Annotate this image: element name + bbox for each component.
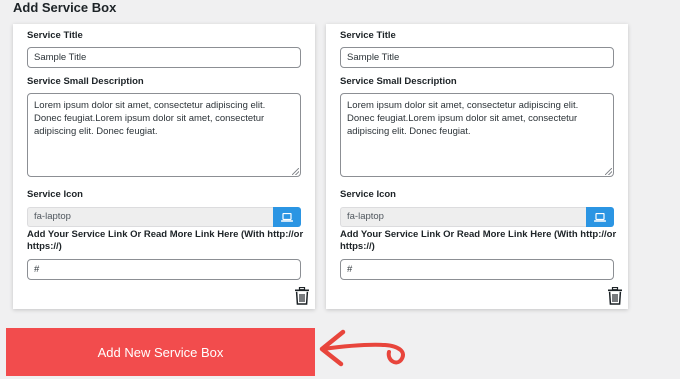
service-icon-label: Service Icon	[340, 189, 396, 200]
add-new-service-box-button[interactable]: Add New Service Box	[6, 328, 315, 376]
service-icon-input[interactable]: fa-laptop	[27, 207, 273, 227]
service-icon-label: Service Icon	[27, 189, 83, 200]
service-icon-input[interactable]: fa-laptop	[340, 207, 586, 227]
service-link-input[interactable]	[27, 259, 301, 280]
resize-grip-icon[interactable]	[605, 168, 612, 175]
resize-grip-icon[interactable]	[292, 168, 299, 175]
service-title-label: Service Title	[27, 30, 83, 41]
service-description-textarea[interactable]: Lorem ipsum dolor sit amet, consectetur …	[27, 93, 301, 177]
service-icon-picker: fa-laptop	[340, 207, 614, 227]
service-description-label: Service Small Description	[340, 76, 457, 87]
service-title-label: Service Title	[340, 30, 396, 41]
service-box-1: Service Title Service Small Description …	[13, 24, 315, 309]
service-box-2: Service Title Service Small Description …	[326, 24, 628, 309]
service-link-label: Add Your Service Link Or Read More Link …	[27, 229, 304, 252]
laptop-icon	[594, 212, 606, 222]
trash-icon[interactable]	[294, 287, 310, 305]
service-description-textarea[interactable]: Lorem ipsum dolor sit amet, consectetur …	[340, 93, 614, 177]
service-link-label: Add Your Service Link Or Read More Link …	[340, 229, 617, 252]
section-title: Add Service Box	[13, 0, 117, 15]
service-title-input[interactable]	[27, 47, 301, 68]
service-description-label: Service Small Description	[27, 76, 144, 87]
trash-icon[interactable]	[607, 287, 623, 305]
icon-picker-button[interactable]	[586, 207, 614, 227]
hand-drawn-arrow-icon	[319, 329, 405, 367]
laptop-icon	[281, 212, 293, 222]
service-title-input[interactable]	[340, 47, 614, 68]
service-link-input[interactable]	[340, 259, 614, 280]
icon-picker-button[interactable]	[273, 207, 301, 227]
service-icon-picker: fa-laptop	[27, 207, 301, 227]
